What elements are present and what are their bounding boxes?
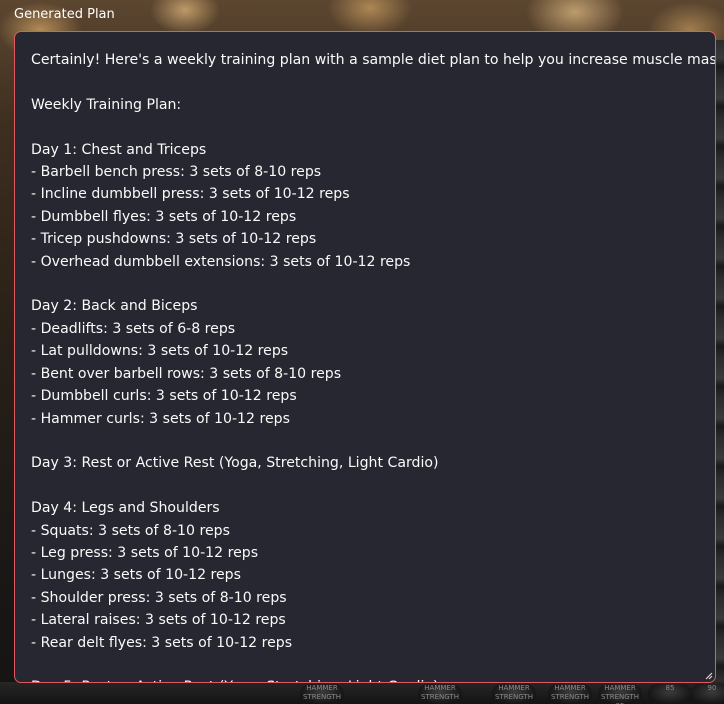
generated-plan-text: Certainly! Here's a weekly training plan… [31,49,716,682]
weight-plate: 90 [690,684,724,704]
plan-line: Day 5: Rest or Active Rest (Yoga, Stretc… [31,676,703,682]
plan-line: - Shoulder press: 3 sets of 8-10 reps [31,589,287,606]
plan-line: - Overhead dumbbell extensions: 3 sets o… [31,253,411,270]
plan-line: - Leg press: 3 sets of 10-12 reps [31,544,259,561]
plan-line [31,430,703,452]
plan-line: - Hammer curls: 3 sets of 10-12 reps [31,410,290,427]
plan-line [31,116,703,138]
plan-line: Weekly Training Plan: [31,96,182,113]
plan-line [31,71,703,93]
weight-plates-row: HAMMER STRENGTH HAMMER STRENGTH HAMMER S… [0,682,724,704]
weight-plate: 85 [648,684,692,704]
plan-line: - Lateral raises: 3 sets of 10-12 reps [31,612,286,629]
plan-line [31,273,703,295]
plan-line: - Tricep pushdowns: 3 sets of 10-12 reps [31,231,317,248]
plan-line [31,654,703,676]
plan-line: - Barbell bench press: 3 sets of 8-10 re… [31,164,322,181]
weight-plate: HAMMER STRENGTH [418,684,462,704]
generated-plan-textarea[interactable]: Certainly! Here's a weekly training plan… [14,31,716,683]
resize-handle-icon[interactable] [705,672,713,680]
plan-line [31,475,703,497]
weight-plate: HAMMER STRENGTH [492,684,536,704]
plan-line: - Incline dumbbell press: 3 sets of 10-1… [31,186,350,203]
plan-line: Certainly! Here's a weekly training plan… [31,52,716,68]
plan-line: - Dumbbell flyes: 3 sets of 10-12 reps [31,208,297,225]
plan-line: - Lunges: 3 sets of 10-12 reps [31,567,241,584]
plan-line: Day 3: Rest or Active Rest (Yoga, Stretc… [31,455,439,472]
plan-line: - Dumbbell curls: 3 sets of 10-12 reps [31,388,297,405]
plan-line: - Squats: 3 sets of 8-10 reps [31,522,230,539]
plan-line: Day 1: Chest and Triceps [31,141,207,158]
generated-plan-label: Generated Plan [14,7,115,22]
plan-line: - Bent over barbell rows: 3 sets of 8-10… [31,365,342,382]
plan-line: - Rear delt flyes: 3 sets of 10-12 reps [31,634,293,651]
weight-plate: HAMMER STRENGTH 85 [598,684,642,704]
plan-line: - Lat pulldowns: 3 sets of 10-12 reps [31,343,289,360]
plan-line: Day 2: Back and Biceps [31,298,198,315]
plan-line: Day 4: Legs and Shoulders [31,500,220,517]
weight-plate: HAMMER STRENGTH [548,684,592,704]
plan-line: - Deadlifts: 3 sets of 6-8 reps [31,320,236,337]
weight-plate: HAMMER STRENGTH [300,684,344,704]
